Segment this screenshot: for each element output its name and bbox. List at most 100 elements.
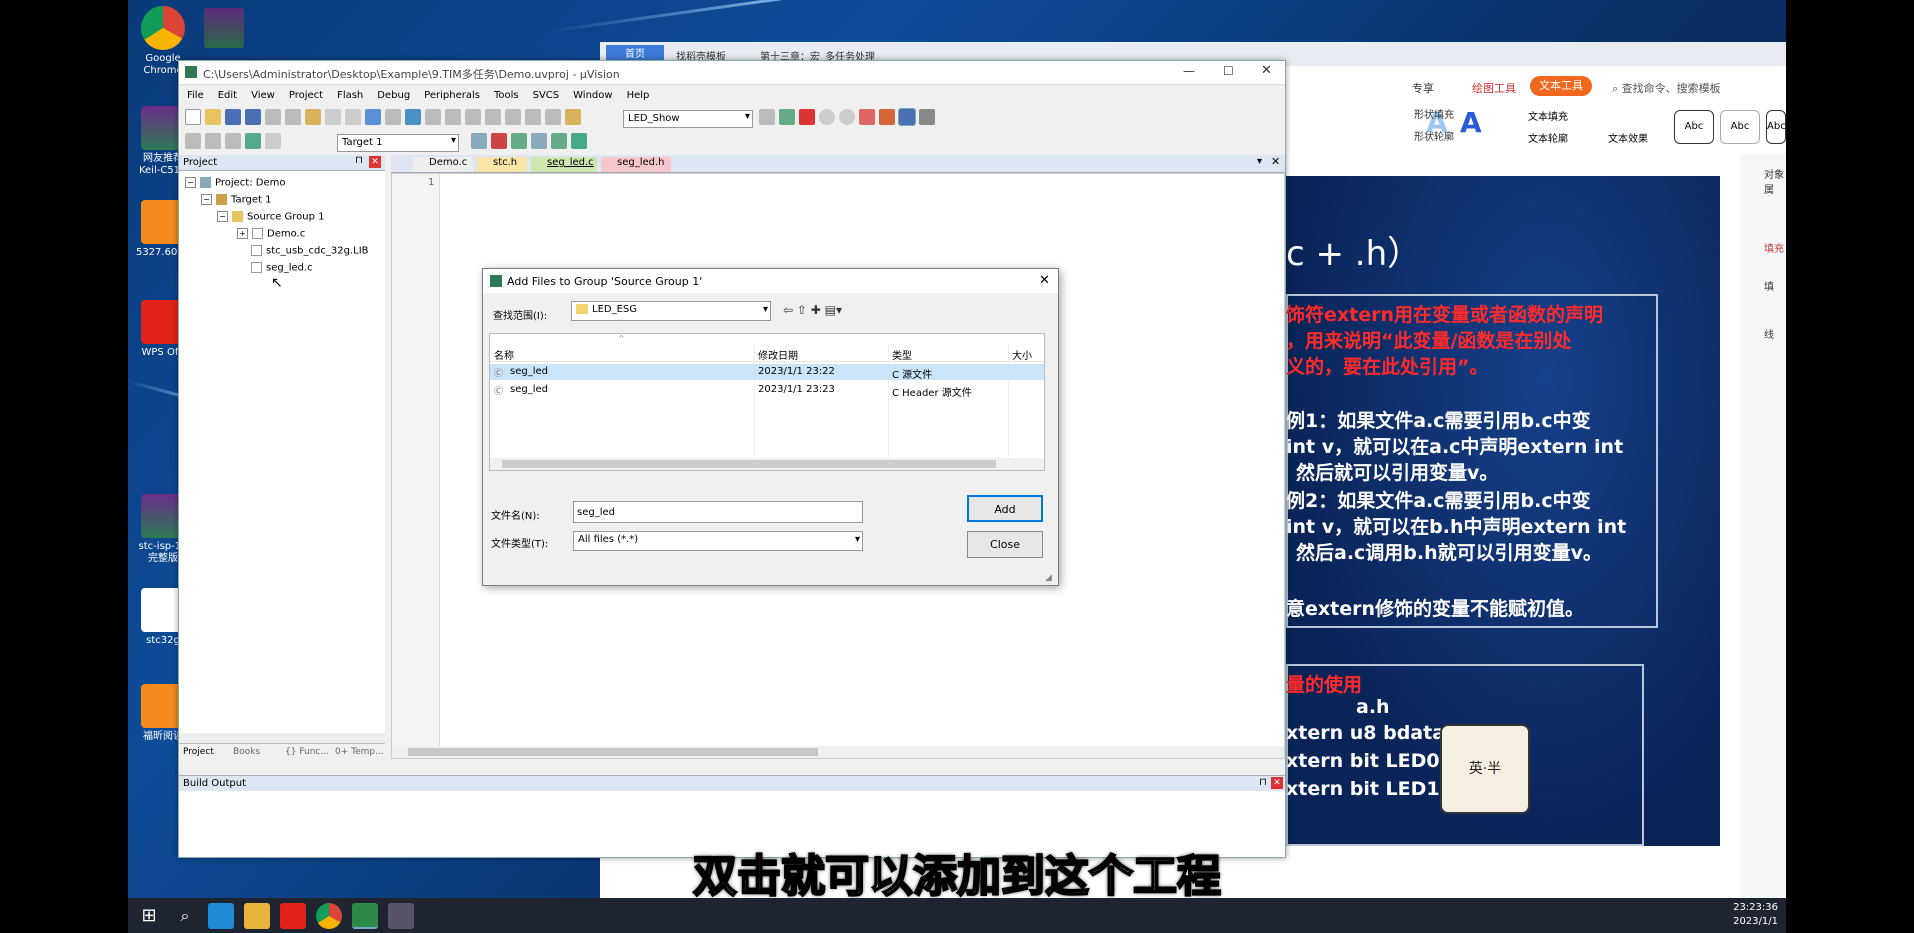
lookin-combo[interactable]: LED_ESG ▾	[571, 301, 771, 321]
tab-functions[interactable]: {} Func...	[285, 747, 329, 757]
breakpoint-enable-icon[interactable]	[839, 109, 855, 125]
text-fill-button[interactable]: 文本填充	[1528, 108, 1568, 123]
text-style-a-blue[interactable]: A	[1460, 106, 1482, 139]
wps-tab-drawing[interactable]: 绘图工具	[1472, 80, 1516, 96]
wps-tab-vip[interactable]: 专享	[1412, 80, 1434, 96]
comment-icon[interactable]	[525, 109, 541, 125]
bookmark-next-icon[interactable]	[445, 109, 461, 125]
find-combo[interactable]: LED_Show ▾	[623, 110, 753, 128]
tree-hscrollbar[interactable]	[179, 733, 385, 743]
col-name[interactable]: 名称	[494, 347, 514, 362]
style-sample-2[interactable]: Abc	[1720, 110, 1760, 144]
unindent-icon[interactable]	[505, 109, 521, 125]
redo-icon[interactable]	[345, 109, 361, 125]
resize-grip-icon[interactable]: ◢	[1045, 573, 1052, 583]
up-folder-icon[interactable]: ⇧	[797, 303, 807, 317]
editor-tab-stc[interactable]: stc.h	[477, 157, 527, 172]
editor-close-icon[interactable]: ✕	[1271, 155, 1280, 168]
search-icon[interactable]: ⌕	[172, 903, 198, 929]
view-menu-icon[interactable]: ▤▾	[825, 303, 842, 317]
bookmark-clear-icon[interactable]	[465, 109, 481, 125]
scroll-thumb[interactable]	[408, 748, 818, 756]
collapse-icon[interactable]: −	[185, 177, 196, 188]
download-icon[interactable]	[245, 133, 261, 149]
save-icon[interactable]	[225, 109, 241, 125]
chrome-icon[interactable]	[316, 903, 342, 929]
back-arrow-icon[interactable]: ⇦	[783, 303, 793, 317]
tab-templates[interactable]: 0+ Temp...	[335, 747, 384, 757]
paste-icon[interactable]	[305, 109, 321, 125]
pack-installer-icon[interactable]	[571, 133, 587, 149]
nav-back-icon[interactable]	[365, 109, 381, 125]
style-sample-1[interactable]: Abc	[1674, 110, 1714, 144]
file-extensions-icon[interactable]	[491, 133, 507, 149]
dialog-close-icon[interactable]: ✕	[1039, 273, 1050, 288]
target-select[interactable]: Target 1 ▾	[337, 134, 459, 152]
menu-view[interactable]: View	[251, 90, 275, 101]
collapse-icon[interactable]: −	[217, 211, 228, 222]
maximize-icon[interactable]: ☐	[1223, 64, 1234, 78]
cut-icon[interactable]	[265, 109, 281, 125]
breakpoint-icon[interactable]	[819, 109, 835, 125]
tree-group[interactable]: − Source Group 1	[217, 211, 325, 223]
pin-icon[interactable]: ⊓	[1259, 777, 1267, 788]
file-row-segled-h[interactable]: Ⓒ seg_led 2023/1/1 23:23 C Header 源文件	[490, 382, 1044, 399]
filename-input[interactable]	[573, 501, 863, 523]
tree-root[interactable]: − Project: Demo	[185, 177, 285, 189]
pin-icon[interactable]: ⊓	[355, 155, 363, 166]
bookmark-prev-icon[interactable]	[425, 109, 441, 125]
save-all-icon[interactable]	[245, 109, 261, 125]
wps-search[interactable]: ⌕ 查找命令、搜索模板	[1612, 80, 1721, 96]
capture-icon[interactable]	[388, 903, 414, 929]
manage-components-icon[interactable]	[511, 133, 527, 149]
file-row-segled-c[interactable]: Ⓒ seg_led 2023/1/1 23:22 C 源文件	[490, 364, 1044, 381]
editor-tab-demo[interactable]: Demo.c	[413, 157, 473, 172]
indent-icon[interactable]	[485, 109, 501, 125]
incremental-find-icon[interactable]	[759, 109, 775, 125]
tabs-dropdown-icon[interactable]: ▾	[1257, 156, 1262, 167]
new-folder-icon[interactable]: ✚	[811, 303, 821, 317]
wrench-icon[interactable]	[919, 109, 935, 125]
shape-fill-button[interactable]: 形状填充	[1414, 106, 1454, 121]
editor-hscrollbar[interactable]	[392, 746, 1284, 758]
side-label-line[interactable]: 线	[1764, 326, 1774, 341]
breakpoint-kill-icon[interactable]	[859, 109, 875, 125]
debug-icon[interactable]	[799, 109, 815, 125]
filetype-select[interactable]: All files (*.*) ▾	[573, 531, 863, 551]
scroll-thumb[interactable]	[502, 460, 996, 468]
menu-project[interactable]: Project	[289, 90, 323, 101]
clock[interactable]: 23:23:36 2023/1/1	[1733, 901, 1778, 929]
editor-tab-segled-c[interactable]: seg_led.c	[531, 157, 597, 172]
menu-tools[interactable]: Tools	[494, 90, 519, 101]
shape-outline-button[interactable]: 形状轮廓	[1414, 128, 1454, 143]
rebuild-icon[interactable]	[225, 133, 241, 149]
bookmark-icon[interactable]	[405, 109, 421, 125]
new-file-icon[interactable]	[185, 109, 201, 125]
stop-build-icon[interactable]	[265, 133, 281, 149]
build-icon[interactable]	[205, 133, 221, 149]
uncomment-icon[interactable]	[545, 109, 561, 125]
col-date[interactable]: 修改日期	[758, 347, 798, 362]
side-label-fill[interactable]: 填充	[1764, 240, 1784, 255]
text-outline-button[interactable]: 文本轮廓	[1528, 130, 1568, 145]
explorer-icon[interactable]	[244, 903, 270, 929]
list-hscrollbar[interactable]	[490, 458, 1044, 470]
col-size[interactable]: 大小	[1012, 347, 1032, 362]
text-effect-button[interactable]: 文本效果	[1608, 130, 1648, 145]
menu-edit[interactable]: Edit	[218, 90, 237, 101]
menu-debug[interactable]: Debug	[377, 90, 410, 101]
panel-close-icon[interactable]: ✕	[369, 156, 381, 168]
nav-forward-icon[interactable]	[385, 109, 401, 125]
undo-icon[interactable]	[325, 109, 341, 125]
tree-file-segled[interactable]: seg_led.c	[251, 262, 313, 274]
menu-help[interactable]: Help	[627, 90, 650, 101]
runtime-env-icon[interactable]	[551, 133, 567, 149]
find-in-files-icon[interactable]	[565, 109, 581, 125]
open-icon[interactable]	[205, 109, 221, 125]
menu-svcs[interactable]: SVCS	[533, 90, 560, 101]
editor-tab-segled-h[interactable]: seg_led.h	[601, 157, 671, 172]
build-close-icon[interactable]: ✕	[1271, 777, 1283, 789]
menu-flash[interactable]: Flash	[337, 90, 363, 101]
menu-peripherals[interactable]: Peripherals	[424, 90, 480, 101]
tree-target[interactable]: − Target 1	[201, 194, 271, 206]
